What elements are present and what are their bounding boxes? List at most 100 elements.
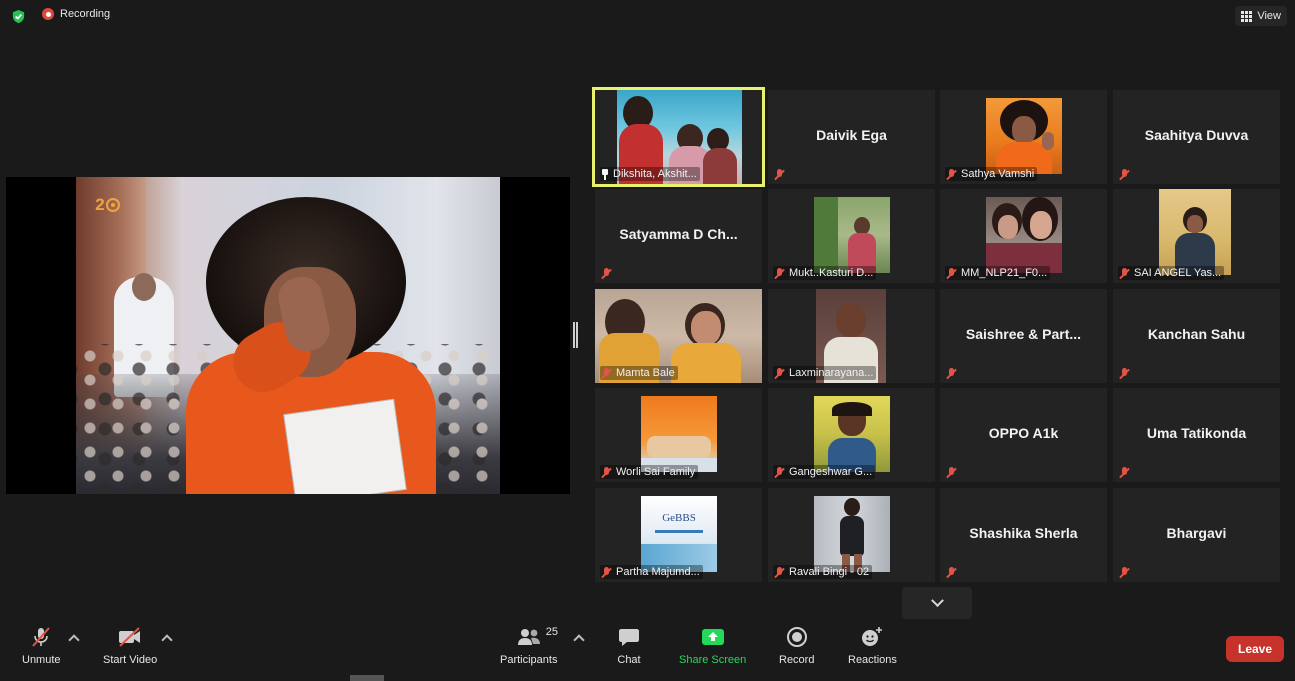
unmute-label: Unmute — [22, 654, 61, 666]
shared-screen[interactable]: 2 — [6, 177, 570, 494]
participants-label: Participants — [500, 654, 558, 666]
participant-status — [1118, 566, 1133, 579]
taskbar-stub — [350, 675, 384, 681]
participant-tile[interactable]: Daivik Ega — [768, 90, 935, 184]
muted-mic-icon — [601, 566, 612, 578]
participant-name-label: Ravali Bingi - 02 — [773, 565, 873, 579]
splitter-handle[interactable] — [573, 322, 578, 348]
participant-video — [986, 197, 1062, 273]
participant-name-label: Partha Majumd... — [600, 565, 703, 579]
participant-tile[interactable]: Saahitya Duvva — [1113, 90, 1280, 184]
participant-name: Daivik Ega — [816, 127, 887, 143]
participants-button[interactable]: 25 Participants — [500, 626, 558, 666]
participant-video — [986, 98, 1062, 174]
record-button[interactable]: Record — [779, 626, 814, 666]
participants-options-caret[interactable] — [573, 634, 585, 646]
gebbs-logo: GeBBS — [662, 512, 696, 524]
participant-name: Uma Tatikonda — [1146, 425, 1247, 441]
participant-video: GeBBS — [641, 496, 717, 572]
video-options-caret[interactable] — [161, 634, 173, 646]
participant-name: Bhargavi — [1166, 525, 1227, 541]
muted-mic-icon — [946, 267, 957, 279]
view-label: View — [1257, 10, 1281, 22]
start-video-button[interactable]: Start Video — [103, 626, 157, 666]
participant-video — [814, 197, 890, 273]
muted-mic-icon — [1119, 467, 1130, 478]
participant-name: Kanchan Sahu — [1147, 326, 1246, 342]
participant-tile[interactable]: Sathya Vamshi — [940, 90, 1107, 184]
record-icon — [784, 626, 810, 648]
audio-options-caret[interactable] — [68, 634, 80, 646]
participant-name-label: Laxminarayana... — [773, 366, 877, 380]
muted-mic-icon — [774, 267, 785, 279]
participant-status — [1118, 168, 1133, 181]
participant-tile[interactable]: Bhargavi — [1113, 488, 1280, 582]
participant-name: Saahitya Duvva — [1144, 127, 1249, 143]
participant-status — [773, 168, 788, 181]
recording-icon — [42, 8, 54, 20]
shared-video-frame: 2 — [76, 177, 500, 494]
view-button[interactable]: View — [1235, 6, 1287, 26]
unmute-button[interactable]: Unmute — [22, 626, 61, 666]
participant-tile[interactable]: Shashika Sherla — [940, 488, 1107, 582]
participant-status — [600, 267, 615, 280]
participant-name-label: Sathya Vamshi — [945, 167, 1038, 181]
muted-mic-icon — [601, 466, 612, 478]
participant-tile[interactable]: Laxminarayana... — [768, 289, 935, 383]
share-screen-icon — [700, 626, 726, 648]
participant-tile[interactable]: Satyamma D Ch... — [595, 189, 762, 283]
participant-name-label: Dikshita, Akshit... — [600, 167, 700, 181]
participant-tile[interactable]: OPPO A1k — [940, 388, 1107, 482]
participant-tile[interactable]: MM_NLP21_F0... — [940, 189, 1107, 283]
participant-video — [814, 496, 890, 572]
participant-tile[interactable]: Ravali Bingi - 02 — [768, 488, 935, 582]
leave-button[interactable]: Leave — [1226, 636, 1284, 662]
participant-tile[interactable]: Worli Sai Family — [595, 388, 762, 482]
grid-view-icon — [1241, 10, 1253, 22]
participant-video — [814, 396, 890, 472]
muted-mic-icon — [774, 367, 785, 379]
muted-mic-icon — [774, 169, 785, 180]
participant-tile[interactable]: Saishree & Part... — [940, 289, 1107, 383]
participant-name-label: MM_NLP21_F0... — [945, 266, 1051, 280]
recording-indicator[interactable]: Recording — [42, 8, 110, 20]
video-off-icon — [117, 626, 143, 648]
participant-tile[interactable]: GeBBS Partha Majumd... — [595, 488, 762, 582]
channel-logo: 2 — [92, 193, 124, 217]
muted-mic-icon — [946, 168, 957, 180]
share-screen-label: Share Screen — [679, 654, 747, 666]
participants-icon: 25 — [504, 626, 558, 648]
participant-tile[interactable]: Mamta Bale — [595, 289, 762, 383]
muted-mic-icon — [946, 368, 957, 379]
participant-tile[interactable]: Uma Tatikonda — [1113, 388, 1280, 482]
participant-status — [945, 466, 960, 479]
pin-icon — [601, 168, 609, 180]
participant-tile[interactable]: Mukt..Kasturi D... — [768, 189, 935, 283]
participant-name-label: Worli Sai Family — [600, 465, 699, 479]
chevron-down-icon — [930, 593, 944, 607]
muted-mic-icon — [1119, 267, 1130, 279]
muted-mic-icon — [946, 567, 957, 578]
participant-name-label: Mukt..Kasturi D... — [773, 266, 877, 280]
chat-label: Chat — [617, 654, 641, 666]
participant-video — [641, 396, 717, 472]
muted-mic-icon — [1119, 567, 1130, 578]
participant-tile[interactable]: Dikshita, Akshit... — [592, 87, 765, 187]
chat-button[interactable]: Chat — [616, 626, 642, 666]
muted-mic-icon — [601, 268, 612, 279]
participant-tile[interactable]: Gangeshwar G... — [768, 388, 935, 482]
share-screen-button[interactable]: Share Screen — [679, 626, 746, 666]
participant-tile[interactable]: Kanchan Sahu — [1113, 289, 1280, 383]
participant-status — [945, 566, 960, 579]
muted-mic-icon — [774, 566, 785, 578]
recording-label: Recording — [60, 8, 111, 20]
participant-tile[interactable]: SAI ANGEL Yas... — [1113, 189, 1280, 283]
smiley-plus-icon — [859, 626, 885, 648]
reactions-button[interactable]: Reactions — [848, 626, 897, 666]
participant-video — [1159, 189, 1231, 275]
participant-name: Satyamma D Ch... — [619, 226, 738, 242]
participant-status — [1118, 466, 1133, 479]
next-page-button[interactable] — [902, 587, 972, 619]
muted-mic-icon — [946, 467, 957, 478]
shield-check-icon[interactable] — [11, 9, 26, 24]
